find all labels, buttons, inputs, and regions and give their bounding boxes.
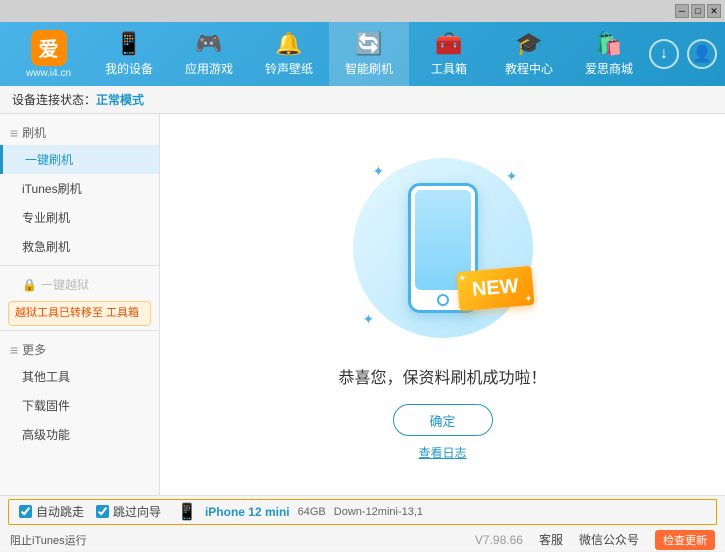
- device-icon: 📱: [115, 31, 142, 57]
- download-button[interactable]: ↓: [649, 39, 679, 69]
- sidebar-section-jailbreak: 🔒 一键越狱 越狱工具已转移至 工具箱: [0, 272, 159, 326]
- sidebar-section-header-more: ≡ 更多: [0, 337, 159, 362]
- nav-label-smart-flash: 智能刷机: [345, 60, 393, 77]
- sidebar-item-itunes-flash[interactable]: iTunes刷机: [0, 174, 159, 203]
- nav-label-app-game: 应用游戏: [185, 60, 233, 77]
- one-key-flash-label: 一键刷机: [25, 153, 73, 167]
- success-text: 恭喜您，保资料刷机成功啦！: [338, 364, 546, 388]
- main-area: ≡ 刷机 一键刷机 iTunes刷机 专业刷机 救急刷机 🔒 一键越狱: [0, 114, 725, 495]
- toolbox-icon: 🧰: [435, 31, 462, 57]
- auto-jump-checkbox[interactable]: [19, 505, 32, 518]
- skip-wizard-label: 跳过向导: [113, 503, 161, 520]
- nav-label-tutorial: 教程中心: [505, 60, 553, 77]
- flash-section-icon: ≡: [10, 125, 18, 141]
- appstore-icon: 🛍️: [595, 31, 622, 57]
- status-label: 设备连接状态：: [12, 91, 96, 108]
- skip-wizard-checkbox-item: 跳过向导: [96, 503, 161, 520]
- status-value: 正常模式: [96, 91, 144, 108]
- sparkle-1: ✦: [373, 163, 385, 180]
- sparkle-2: ✦: [506, 168, 518, 185]
- tutorial-icon: 🎓: [515, 31, 542, 57]
- minimize-button[interactable]: ─: [675, 4, 689, 18]
- bottom-strip: 自动跳走 跳过向导 📱 iPhone 12 mini 64GB Down-12m…: [0, 495, 725, 551]
- device-phone-icon: 📱: [177, 502, 197, 522]
- rescue-flash-label: 救急刷机: [22, 240, 70, 254]
- bottom-top-row: 自动跳走 跳过向导 📱 iPhone 12 mini 64GB Down-12m…: [8, 499, 717, 525]
- nav-label-my-device: 我的设备: [105, 60, 153, 77]
- skip-wizard-checkbox[interactable]: [96, 505, 109, 518]
- nav-item-tutorial[interactable]: 🎓 教程中心: [489, 22, 569, 86]
- sidebar-item-other-tools[interactable]: 其他工具: [0, 362, 159, 391]
- ringtone-icon: 🔔: [275, 31, 302, 57]
- more-section-icon: ≡: [10, 342, 18, 358]
- check-update-button[interactable]: 检查更新: [655, 530, 715, 550]
- sidebar-item-rescue-flash[interactable]: 救急刷机: [0, 232, 159, 261]
- title-bar: ─ □ ✕: [0, 0, 725, 22]
- more-section-label: 更多: [22, 341, 46, 358]
- sidebar-item-pro-flash[interactable]: 专业刷机: [0, 203, 159, 232]
- content-area: ✦ ✦ ✦ NEW 恭喜您，保资料刷机成功啦！ 确定 查看日志: [160, 114, 725, 495]
- sidebar-item-download-firmware[interactable]: 下载固件: [0, 391, 159, 420]
- user-button[interactable]: 👤: [687, 39, 717, 69]
- confirm-button[interactable]: 确定: [393, 404, 493, 436]
- auto-jump-label: 自动跳走: [36, 503, 84, 520]
- sidebar: ≡ 刷机 一键刷机 iTunes刷机 专业刷机 救急刷机 🔒 一键越狱: [0, 114, 160, 495]
- nav-item-appstore[interactable]: 🛍️ 爱思商城: [569, 22, 649, 86]
- logo: 爱 www.i4.cn: [8, 30, 89, 79]
- divider-2: [0, 330, 159, 331]
- bottom-right: V7.98.66 客服 微信公众号 检查更新: [475, 530, 715, 550]
- lock-icon: 🔒: [22, 278, 37, 292]
- logo-text: www.i4.cn: [26, 68, 71, 79]
- advanced-label: 高级功能: [22, 428, 70, 442]
- maximize-button[interactable]: □: [691, 4, 705, 18]
- nav-item-smart-flash[interactable]: 🔄 智能刷机: [329, 22, 409, 86]
- nav-right: ↓ 👤: [649, 39, 717, 69]
- sparkle-3: ✦: [363, 311, 375, 328]
- sidebar-locked-jailbreak: 🔒 一键越狱: [0, 272, 159, 297]
- device-storage: 64GB: [298, 506, 326, 518]
- smart-flash-icon: 🔄: [355, 31, 382, 57]
- download-firmware-label: 下载固件: [22, 399, 70, 413]
- support-link[interactable]: 客服: [539, 531, 563, 548]
- sidebar-section-header-flash: ≡ 刷机: [0, 120, 159, 145]
- nav-item-toolbox[interactable]: 🧰 工具箱: [409, 22, 489, 86]
- app-game-icon: 🎮: [195, 31, 222, 57]
- version-label: V7.98.66: [475, 533, 523, 547]
- nav-items: 📱 我的设备 🎮 应用游戏 🔔 铃声壁纸 🔄 智能刷机 🧰 工具箱 🎓 教程中心…: [89, 22, 649, 86]
- other-tools-label: 其他工具: [22, 370, 70, 384]
- pro-flash-label: 专业刷机: [22, 211, 70, 225]
- view-log-link[interactable]: 查看日志: [418, 444, 466, 461]
- jailbreak-note-text: 越狱工具已转移至 工具箱: [15, 307, 139, 319]
- logo-icon: 爱: [31, 30, 67, 66]
- nav-label-appstore: 爱思商城: [585, 60, 633, 77]
- status-bar: 设备连接状态： 正常模式: [0, 86, 725, 114]
- itunes-status[interactable]: 阻止iTunes运行: [10, 532, 87, 548]
- wechat-link[interactable]: 微信公众号: [579, 531, 639, 548]
- phone-illustration: ✦ ✦ ✦ NEW: [343, 148, 543, 348]
- divider-1: [0, 265, 159, 266]
- nav-item-my-device[interactable]: 📱 我的设备: [89, 22, 169, 86]
- nav-label-toolbox: 工具箱: [431, 60, 467, 77]
- itunes-flash-label: iTunes刷机: [22, 182, 82, 196]
- nav-item-ringtone[interactable]: 🔔 铃声壁纸: [249, 22, 329, 86]
- jailbreak-header: 一键越狱: [41, 276, 89, 293]
- device-name: iPhone 12 mini: [205, 505, 290, 519]
- top-nav: 爱 www.i4.cn 📱 我的设备 🎮 应用游戏 🔔 铃声壁纸 🔄 智能刷机 …: [0, 22, 725, 86]
- nav-item-app-game[interactable]: 🎮 应用游戏: [169, 22, 249, 86]
- phone-home-button: [437, 294, 449, 306]
- auto-jump-checkbox-item: 自动跳走: [19, 503, 84, 520]
- sidebar-section-flash: ≡ 刷机 一键刷机 iTunes刷机 专业刷机 救急刷机: [0, 120, 159, 261]
- new-badge: NEW: [456, 266, 534, 311]
- sidebar-item-one-key-flash[interactable]: 一键刷机: [0, 145, 159, 174]
- jailbreak-note: 越狱工具已转移至 工具箱: [8, 301, 151, 326]
- device-version: Down-12mini-13,1: [334, 506, 423, 518]
- flash-section-label: 刷机: [22, 124, 46, 141]
- sidebar-section-more: ≡ 更多 其他工具 下载固件 高级功能: [0, 337, 159, 449]
- sidebar-item-advanced[interactable]: 高级功能: [0, 420, 159, 449]
- device-info: 📱 iPhone 12 mini 64GB Down-12mini-13,1: [177, 502, 423, 522]
- bottom-bottom-row: 阻止iTunes运行 V7.98.66 客服 微信公众号 检查更新: [0, 528, 725, 552]
- nav-label-ringtone: 铃声壁纸: [265, 60, 313, 77]
- close-button[interactable]: ✕: [707, 4, 721, 18]
